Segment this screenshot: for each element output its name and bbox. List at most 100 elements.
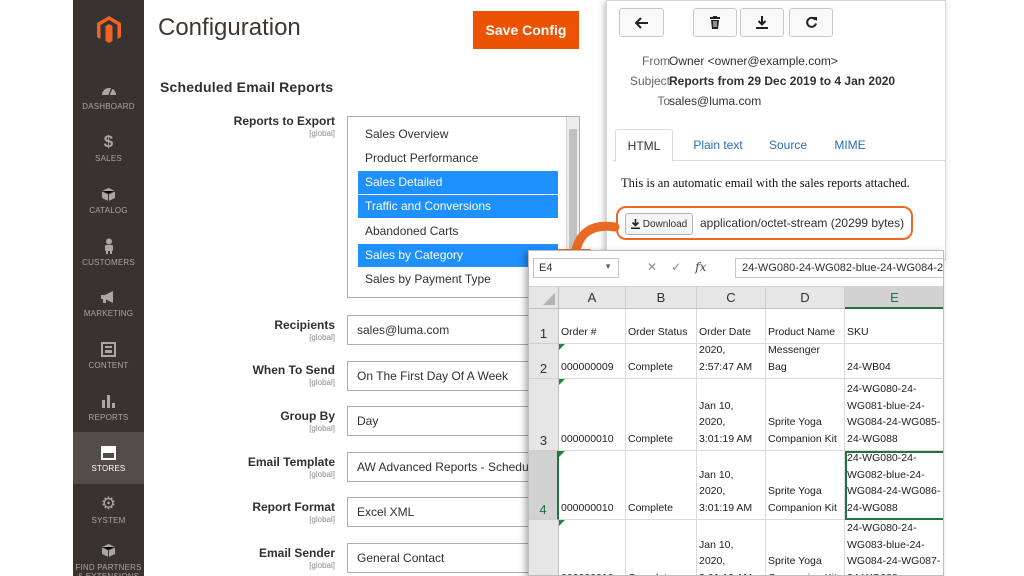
group-by-select[interactable]: Day xyxy=(347,406,537,436)
cell-text: Jan 10, 2020, 3:01:19 AM xyxy=(699,468,753,514)
error-flag-icon xyxy=(559,344,565,350)
formula-input[interactable]: 24-WG080-24-WG082-blue-24-WG084-24-WG086… xyxy=(735,258,943,278)
row-header[interactable]: 1 xyxy=(529,309,559,344)
tab-source[interactable]: Source xyxy=(759,129,817,161)
formula-bar: E4 ▼ ✕ ✓ fx 24-WG080-24-WG082-blue-24-WG… xyxy=(529,251,943,287)
table-cell[interactable]: Jan 10, 2020, 3:01:19 AM xyxy=(697,451,766,520)
tab-html[interactable]: HTML xyxy=(615,129,673,162)
download-attachment-button[interactable]: Download xyxy=(625,213,693,235)
cancel-icon[interactable]: ✕ xyxy=(647,260,657,274)
table-cell[interactable]: 24-WG080-24- WG081-blue-24- WG084-24-WG0… xyxy=(845,379,943,451)
report-option[interactable]: Sales Overview xyxy=(358,122,558,145)
table-cell[interactable]: Order # xyxy=(559,309,626,344)
refresh-button[interactable] xyxy=(789,8,833,37)
sidebar-item-label: Find Partners & Extensions xyxy=(75,562,142,576)
table-cell[interactable]: 24-WG080-24- WG083-blue-24- WG084-24-WG0… xyxy=(845,520,943,575)
back-button[interactable] xyxy=(619,8,664,37)
subject-key: Subject xyxy=(629,74,670,88)
table-cell[interactable]: Sprite Yoga Companion Kit xyxy=(766,520,845,575)
error-flag-icon xyxy=(559,520,565,526)
cube-icon xyxy=(100,542,118,560)
report-option[interactable]: Traffic and Conversions xyxy=(358,194,558,218)
cell-text: Sprite Yoga Companion Kit xyxy=(768,485,837,514)
report-option[interactable]: Sales Detailed xyxy=(358,170,558,194)
table-cell[interactable]: 24-WG080-24- WG082-blue-24- WG084-24-WG0… xyxy=(845,451,943,520)
table-cell[interactable]: 24-WB04 xyxy=(845,344,943,379)
column-header[interactable]: A xyxy=(559,287,626,309)
sidebar-item-sales[interactable]: $ Sales xyxy=(73,122,144,174)
magento-logo[interactable] xyxy=(73,0,144,60)
table-cell[interactable]: 000000009 xyxy=(559,344,626,379)
table-cell[interactable]: Push It Messenger Bag xyxy=(766,344,845,379)
fx-icon[interactable]: fx xyxy=(695,260,706,274)
sidebar-item-label: Marketing xyxy=(83,309,134,318)
download-email-button[interactable] xyxy=(740,8,784,37)
table-cell[interactable]: Jan 10, 2020, 3:01:19 AM xyxy=(697,520,766,575)
column-header[interactable]: E xyxy=(845,287,943,309)
megaphone-icon xyxy=(100,288,118,306)
email-template-select[interactable]: AW Advanced Reports - Schedule xyxy=(347,452,537,482)
table-cell[interactable]: Order Date xyxy=(697,309,766,344)
row-header[interactable]: 3 xyxy=(529,379,559,451)
sidebar-item-find-partners-extensions[interactable]: Find Partners & Extensions xyxy=(73,535,144,576)
sidebar-item-system[interactable]: ⚙ System xyxy=(73,484,144,536)
delete-button[interactable] xyxy=(693,8,737,37)
page-title: Configuration xyxy=(158,14,301,41)
table-cell[interactable]: 000000010 xyxy=(559,379,626,451)
table-cell[interactable]: Complete xyxy=(626,379,697,451)
from-value: Owner <owner@example.com> xyxy=(669,54,838,68)
name-box[interactable]: E4 ▼ xyxy=(533,258,619,278)
trash-icon xyxy=(710,16,720,29)
sidebar-item-content[interactable]: Content xyxy=(73,329,144,381)
sidebar-item-customers[interactable]: Customers xyxy=(73,226,144,278)
sidebar-item-dashboard[interactable]: Dashboard xyxy=(73,70,144,122)
table-cell[interactable]: Jan 10, 2020, 2:57:47 AM xyxy=(697,344,766,379)
check-icon[interactable]: ✓ xyxy=(671,260,681,274)
cell-text: 24-WG080-24- WG081-blue-24- WG084-24-WG0… xyxy=(847,383,941,445)
recipients-input[interactable]: sales@luma.com xyxy=(347,315,537,345)
cell-text: Sprite Yoga Companion Kit xyxy=(768,416,837,445)
email-sender-label: Email Sender xyxy=(258,546,335,560)
error-flag-icon xyxy=(559,379,565,385)
dollar-icon: $ xyxy=(103,132,114,151)
select-all-corner[interactable] xyxy=(529,287,559,309)
email-template-scope: [global] xyxy=(309,470,335,479)
table-cell[interactable]: SKU xyxy=(845,309,943,344)
chevron-down-icon[interactable]: ▼ xyxy=(604,262,612,271)
table-cell[interactable]: Complete xyxy=(626,344,697,379)
table-cell[interactable]: Order Status xyxy=(626,309,697,344)
report-format-select[interactable]: Excel XML xyxy=(347,497,537,527)
report-option[interactable]: Abandoned Carts xyxy=(358,219,558,242)
table-cell[interactable]: Complete xyxy=(626,451,697,520)
report-option[interactable]: Product Performance xyxy=(358,146,558,169)
table-cell[interactable]: Sprite Yoga Companion Kit xyxy=(766,379,845,451)
table-cell[interactable]: 000000010 xyxy=(559,451,626,520)
row-header[interactable]: 4 xyxy=(529,451,559,520)
sidebar-item-stores[interactable]: Stores xyxy=(73,432,144,484)
row-header[interactable]: 5 xyxy=(529,520,559,575)
email-sender-select[interactable]: General Contact xyxy=(347,543,537,573)
bar-chart-icon xyxy=(100,392,118,410)
row-header[interactable]: 2 xyxy=(529,344,559,379)
cell-text: Jan 10, 2020, 3:01:19 AM xyxy=(699,399,753,445)
table-cell[interactable]: Product Name xyxy=(766,309,845,344)
column-header[interactable]: D xyxy=(766,287,845,309)
table-cell[interactable]: Sprite Yoga Companion Kit xyxy=(766,451,845,520)
sidebar-item-label: Sales xyxy=(95,154,122,163)
sidebar-item-marketing[interactable]: Marketing xyxy=(73,277,144,329)
sidebar-item-label: Customers xyxy=(82,258,135,267)
table-cell[interactable]: Jan 10, 2020, 3:01:19 AM xyxy=(697,379,766,451)
tab-plain-text[interactable]: Plain text xyxy=(683,129,753,161)
table-cell[interactable]: 000000010 xyxy=(559,520,626,575)
sidebar-item-reports[interactable]: Reports xyxy=(73,381,144,433)
email-preview-panel: From Owner <owner@example.com> Subject R… xyxy=(606,0,946,260)
column-header[interactable]: C xyxy=(697,287,766,309)
tab-mime[interactable]: MIME xyxy=(823,129,877,161)
when-to-send-select[interactable]: On The First Day Of A Week xyxy=(347,361,537,391)
column-header[interactable]: B xyxy=(626,287,697,309)
download-icon xyxy=(756,16,768,29)
table-cell[interactable]: Complete xyxy=(626,520,697,575)
sidebar-item-label: Reports xyxy=(88,413,129,422)
sidebar-item-catalog[interactable]: Catalog xyxy=(73,174,144,226)
save-config-button[interactable]: Save Config xyxy=(473,11,579,49)
